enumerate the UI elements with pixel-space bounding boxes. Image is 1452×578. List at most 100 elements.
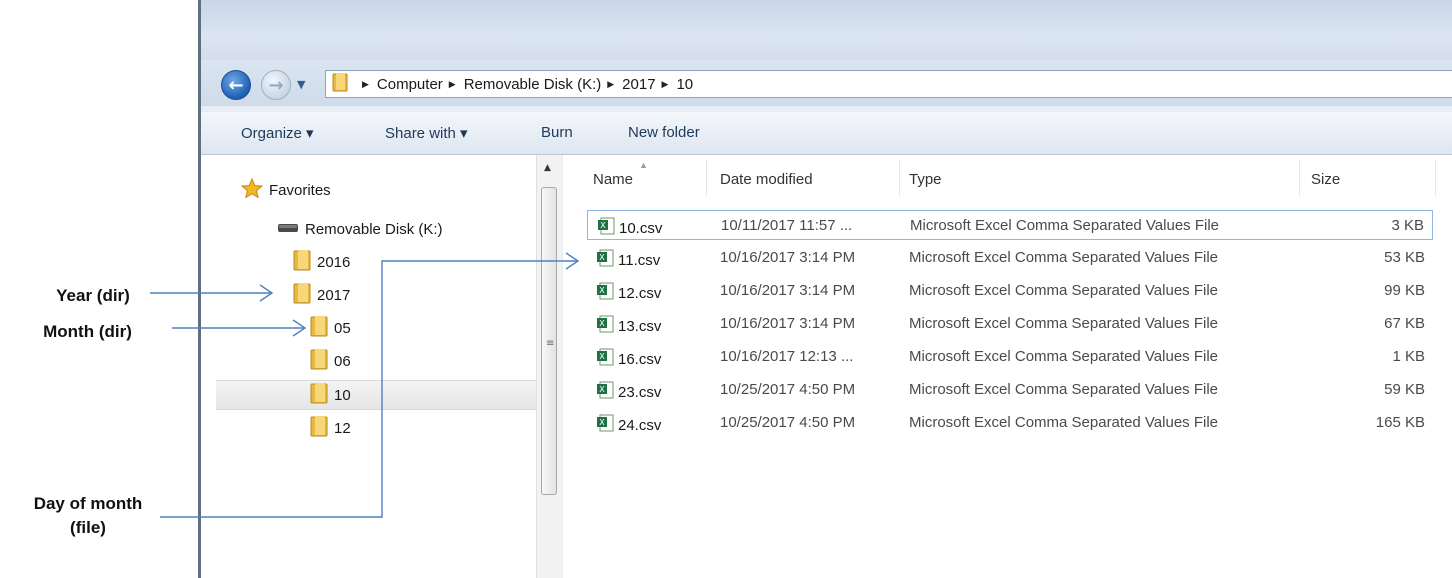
folder-icon (293, 282, 311, 308)
file-date: 10/25/2017 4:50 PM (720, 381, 856, 398)
crumb-separator-icon: ▶ (362, 78, 369, 89)
file-name: X 16.csv (596, 348, 661, 370)
address-row: ← → ▼ ▶ Computer ▶ Removable Disk (K:) ▶… (201, 60, 1452, 167)
breadcrumb-year[interactable]: 2017 (622, 76, 655, 93)
annotation-day-line2: (file) (70, 518, 106, 537)
drive-icon (277, 221, 299, 238)
new-folder-button[interactable]: New folder (628, 124, 700, 141)
file-size: 59 KB (1384, 381, 1425, 398)
nav-item-favorites[interactable]: Favorites (240, 177, 331, 202)
file-row[interactable]: X 23.csv 10/25/2017 4:50 PM Microsoft Exc… (587, 375, 1433, 405)
annotation-day: Day of month (file) (8, 492, 168, 540)
nav-item-removable-disk[interactable]: Removable Disk (K:) (277, 217, 443, 241)
recent-pages-dropdown[interactable]: ▼ (297, 78, 305, 91)
file-row[interactable]: X 24.csv 10/25/2017 4:50 PM Microsoft Exc… (587, 408, 1433, 438)
file-row[interactable]: X 10.csv 10/11/2017 11:57 ... Microsoft E… (587, 210, 1433, 240)
svg-text:X: X (600, 221, 606, 230)
burn-button[interactable]: Burn (541, 124, 573, 141)
excel-csv-icon: X (597, 217, 615, 239)
nav-label: 10 (334, 386, 351, 404)
forward-button[interactable]: → (261, 70, 291, 100)
excel-csv-icon: X (596, 381, 614, 403)
file-size: 99 KB (1384, 282, 1425, 299)
file-row[interactable]: X 16.csv 10/16/2017 12:13 ... Microsoft E… (587, 342, 1433, 372)
annotation-month: Month (dir) (43, 322, 132, 341)
title-bar (201, 0, 1452, 60)
svg-text:X: X (599, 253, 605, 262)
excel-csv-icon: X (596, 249, 614, 271)
nav-item-06[interactable]: 06 (310, 349, 351, 373)
nav-label: Favorites (269, 181, 331, 199)
file-type: Microsoft Excel Comma Separated Values F… (909, 315, 1219, 332)
file-name: X 23.csv (596, 381, 661, 403)
file-date: 10/25/2017 4:50 PM (720, 414, 856, 431)
excel-csv-icon: X (596, 348, 614, 370)
nav-label: 05 (334, 319, 351, 337)
file-date: 10/16/2017 3:14 PM (720, 315, 856, 332)
folder-icon (310, 315, 328, 341)
file-list: ▲ Name Date modified Type Size X 10.csv 1… (563, 155, 1452, 578)
file-type: Microsoft Excel Comma Separated Values F… (909, 414, 1219, 431)
svg-text:X: X (599, 352, 605, 361)
file-type: Microsoft Excel Comma Separated Values F… (909, 282, 1219, 299)
nav-item-2017[interactable]: 2017 (293, 283, 350, 307)
column-separator[interactable] (706, 160, 707, 196)
breadcrumb-computer[interactable]: Computer (377, 76, 443, 93)
nav-item-10[interactable]: 10 (310, 383, 351, 407)
file-size: 67 KB (1384, 315, 1425, 332)
svg-text:X: X (599, 418, 605, 427)
excel-csv-icon: X (596, 315, 614, 337)
file-row[interactable]: X 11.csv 10/16/2017 3:14 PM Microsoft Exc… (587, 243, 1433, 273)
star-icon (240, 177, 264, 202)
command-bar: Organize ▾ Share with ▾ Burn New folder (201, 112, 1452, 155)
file-size: 165 KB (1375, 414, 1425, 431)
svg-text:X: X (599, 319, 605, 328)
file-name: X 10.csv (597, 217, 662, 239)
column-separator[interactable] (1435, 160, 1436, 196)
file-size: 53 KB (1384, 249, 1425, 266)
address-bar[interactable]: ▶ Computer ▶ Removable Disk (K:) ▶ 2017 … (325, 70, 1452, 98)
file-date: 10/16/2017 12:13 ... (720, 348, 854, 365)
file-name: X 11.csv (596, 249, 660, 271)
file-row[interactable]: X 13.csv 10/16/2017 3:14 PM Microsoft Exc… (587, 309, 1433, 339)
sort-ascending-icon: ▲ (639, 160, 648, 170)
file-size: 1 KB (1392, 348, 1425, 365)
back-button[interactable]: ← (221, 70, 251, 100)
scroll-up-icon[interactable]: ▲ (544, 163, 551, 173)
file-size: 3 KB (1391, 217, 1424, 234)
column-header-name[interactable]: Name (593, 171, 633, 188)
nav-label: Removable Disk (K:) (305, 220, 443, 238)
back-arrow-icon: ← (228, 74, 244, 96)
column-header-size[interactable]: Size (1311, 171, 1340, 188)
excel-csv-icon: X (596, 282, 614, 304)
annotation-day-line1: Day of month (33, 494, 143, 513)
breadcrumb-month[interactable]: 10 (676, 76, 693, 93)
svg-text:X: X (599, 385, 605, 394)
file-date: 10/16/2017 3:14 PM (720, 282, 856, 299)
grip-icon: ≡ (546, 338, 555, 349)
column-header-type[interactable]: Type (909, 171, 942, 188)
column-header-date[interactable]: Date modified (720, 171, 813, 188)
folder-icon (293, 249, 311, 275)
folder-icon (310, 348, 328, 374)
svg-text:X: X (599, 286, 605, 295)
file-type: Microsoft Excel Comma Separated Values F… (909, 381, 1219, 398)
nav-label: 12 (334, 419, 351, 437)
column-separator[interactable] (899, 160, 900, 196)
folder-icon (310, 382, 328, 408)
annotation-year: Year (dir) (56, 286, 130, 305)
nav-item-12[interactable]: 12 (310, 416, 351, 440)
share-with-button[interactable]: Share with ▾ (385, 124, 468, 142)
nav-item-05[interactable]: 05 (310, 316, 351, 340)
folder-icon (332, 72, 348, 96)
navigation-pane: Favorites Removable Disk (K:) 2016 2017 … (201, 155, 537, 578)
crumb-separator-icon: ▶ (661, 78, 669, 89)
column-separator[interactable] (1299, 160, 1300, 196)
scroll-thumb[interactable]: ≡ (541, 187, 557, 495)
organize-button[interactable]: Organize ▾ (241, 124, 314, 142)
nav-item-2016[interactable]: 2016 (293, 250, 350, 274)
nav-selection-highlight (216, 380, 536, 410)
breadcrumb-drive[interactable]: Removable Disk (K:) (464, 76, 602, 93)
nav-scrollbar[interactable]: ▲ ≡ (536, 155, 562, 578)
file-row[interactable]: X 12.csv 10/16/2017 3:14 PM Microsoft Exc… (587, 276, 1433, 306)
